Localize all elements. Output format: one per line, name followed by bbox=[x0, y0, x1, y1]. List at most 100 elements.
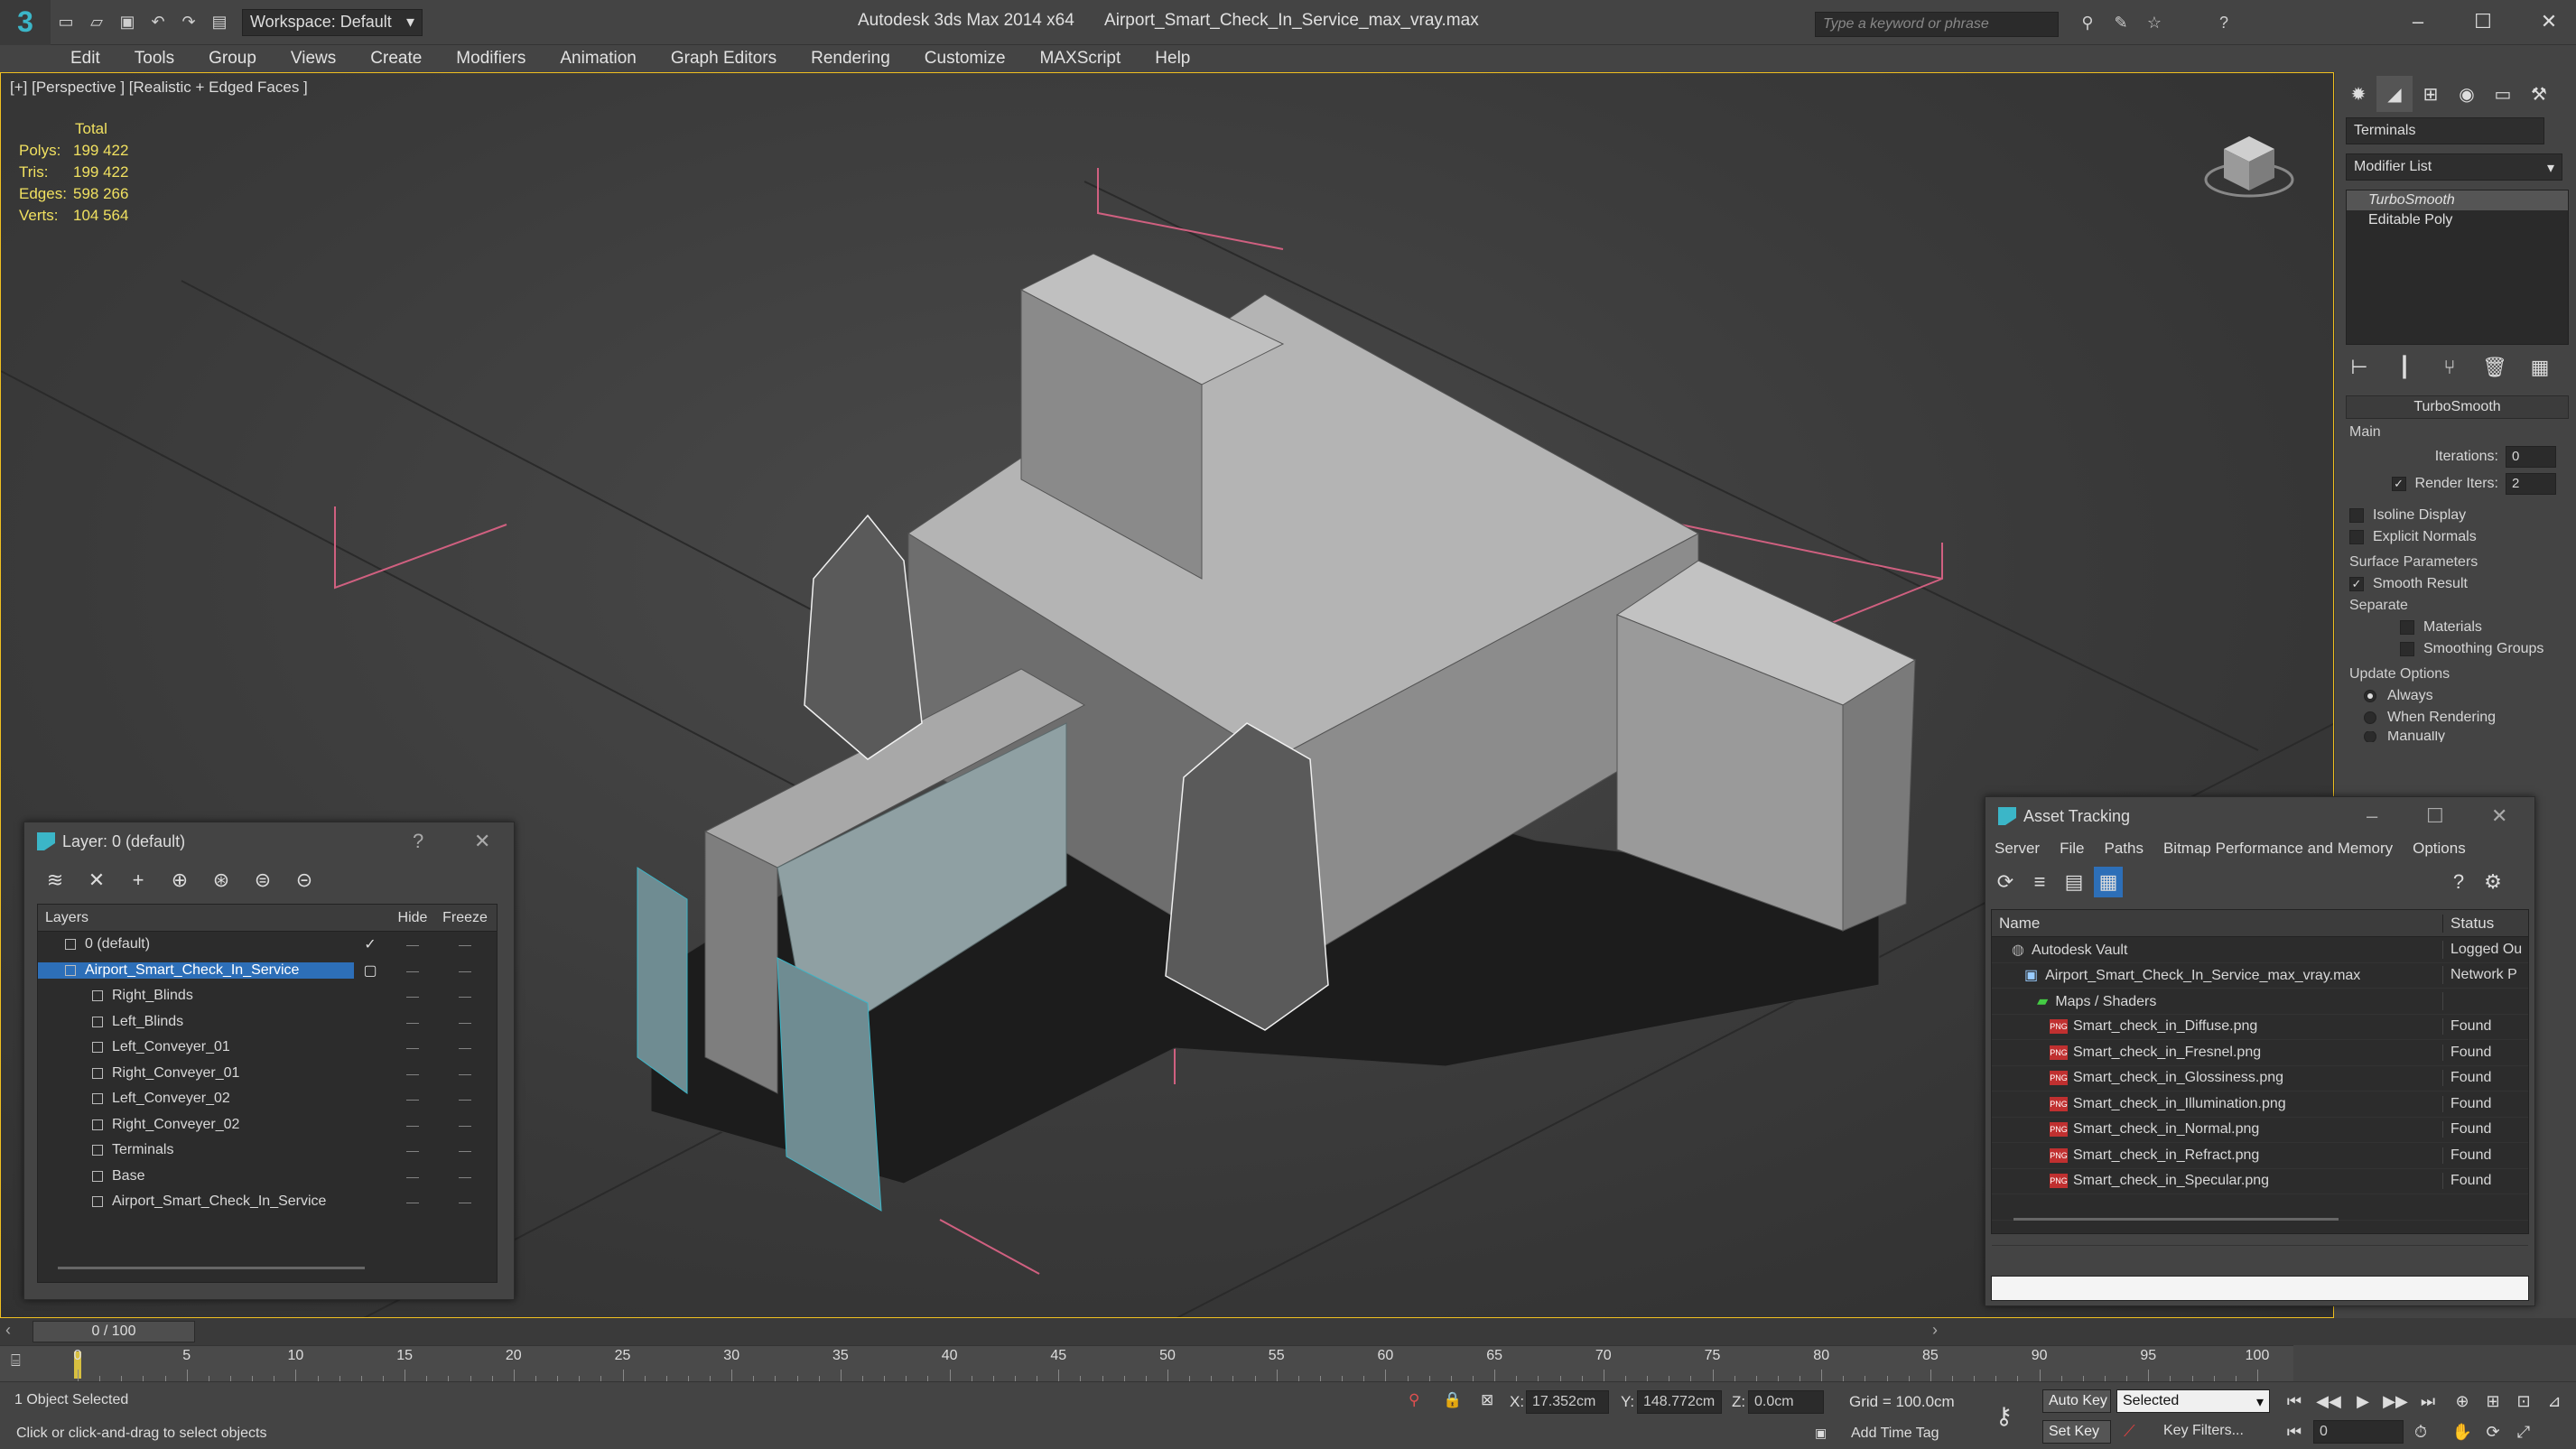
zoom-icon[interactable]: ⊕ bbox=[2447, 1388, 2478, 1415]
layer-row[interactable]: Left_Conveyer_02 — — bbox=[38, 1086, 497, 1112]
time-tag-icon[interactable]: ▣ bbox=[1815, 1426, 1827, 1441]
list-view-icon[interactable]: ≡ bbox=[2025, 867, 2054, 897]
modify-tab-icon[interactable]: ◢ bbox=[2376, 76, 2413, 112]
col-freeze[interactable]: Freeze bbox=[439, 910, 491, 926]
time-slider-thumb[interactable]: 0 / 100 bbox=[33, 1321, 195, 1342]
show-end-result-icon[interactable]: ┃ bbox=[2391, 352, 2418, 383]
layer-name-cell[interactable]: Airport_Smart_Check_In_Service bbox=[38, 1194, 354, 1210]
asset-row[interactable]: ▣ Airport_Smart_Check_In_Service_max_vray… bbox=[1992, 963, 2528, 989]
motion-tab-icon[interactable]: ◉ bbox=[2449, 76, 2485, 112]
freeze-toggle[interactable]: — bbox=[439, 1118, 491, 1132]
freeze-toggle[interactable]: — bbox=[439, 963, 491, 978]
modifier-stack[interactable]: TurboSmooth Editable Poly bbox=[2346, 190, 2569, 345]
pan-icon[interactable]: ✋ bbox=[2447, 1418, 2478, 1445]
layer-row[interactable]: Right_Blinds — — bbox=[38, 983, 497, 1009]
create-layer-icon[interactable]: ≋ bbox=[37, 865, 73, 896]
freeze-all-layers-icon[interactable]: ⊝ bbox=[286, 865, 322, 896]
object-name-field[interactable]: Terminals bbox=[2346, 117, 2544, 144]
asset-row[interactable]: PNG Smart_check_in_Refract.png Found bbox=[1992, 1143, 2528, 1169]
layer-row[interactable]: Airport_Smart_Check_In_Service — — bbox=[38, 1189, 497, 1215]
menu-edit[interactable]: Edit bbox=[70, 49, 100, 69]
x-coordinate-field[interactable]: 17.352cm bbox=[1526, 1390, 1609, 1414]
add-to-layer-icon[interactable]: + bbox=[120, 865, 156, 896]
always-radio[interactable] bbox=[2364, 690, 2376, 702]
layer-row[interactable]: Left_Blinds — — bbox=[38, 1009, 497, 1036]
field-of-view-icon[interactable]: ⊿ bbox=[2539, 1388, 2570, 1415]
help-icon[interactable]: ? bbox=[2211, 10, 2237, 35]
hide-toggle[interactable]: — bbox=[386, 989, 439, 1003]
render-iters-spinner[interactable]: 2 bbox=[2506, 473, 2556, 495]
freeze-toggle[interactable]: — bbox=[439, 1169, 491, 1184]
hide-toggle[interactable]: — bbox=[386, 1091, 439, 1106]
go-to-end-icon[interactable]: ⏭ bbox=[2413, 1388, 2443, 1415]
maximize-viewport-icon[interactable]: ⤢ bbox=[2508, 1418, 2539, 1445]
z-coordinate-field[interactable]: 0.0cm bbox=[1748, 1390, 1824, 1414]
add-time-tag[interactable]: Add Time Tag bbox=[1851, 1426, 1939, 1442]
app-logo[interactable]: 3 bbox=[0, 0, 51, 45]
track-bar[interactable]: ⌸ 0 5 10 15 20 25 30 35 40 45 50 55 60 65 70 75 80 85 90 95… bbox=[0, 1345, 2293, 1382]
hide-toggle[interactable]: — bbox=[386, 1169, 439, 1184]
transform-type-in-icon[interactable]: ⊠ bbox=[1481, 1391, 1493, 1409]
col-status[interactable]: Status bbox=[2443, 915, 2494, 933]
current-layer-toggle[interactable]: ▢ bbox=[354, 961, 386, 980]
asset-row[interactable]: PNG Smart_check_in_Specular.png Found bbox=[1992, 1169, 2528, 1194]
freeze-toggle[interactable]: — bbox=[439, 937, 491, 952]
explicit-normals-checkbox[interactable] bbox=[2349, 530, 2364, 544]
hide-toggle[interactable]: — bbox=[386, 963, 439, 978]
auto-key-button[interactable]: Auto Key bbox=[2042, 1389, 2111, 1413]
project-folder-icon[interactable]: ▤ bbox=[207, 10, 232, 35]
search-input[interactable]: Type a keyword or phrase bbox=[1815, 12, 2059, 37]
zoom-extents-icon[interactable]: ⊞ bbox=[2478, 1388, 2508, 1415]
asset-row[interactable]: PNG Smart_check_in_Illumination.png Found bbox=[1992, 1091, 2528, 1118]
smoothing-groups-checkbox[interactable] bbox=[2400, 642, 2414, 656]
workspace-dropdown[interactable]: Workspace: Default ▾ bbox=[242, 8, 423, 36]
menu-tools[interactable]: Tools bbox=[135, 49, 174, 69]
hide-toggle[interactable]: — bbox=[386, 1015, 439, 1029]
asset-path-field[interactable] bbox=[1991, 1276, 2529, 1301]
layer-name-cell[interactable]: Terminals bbox=[38, 1142, 354, 1158]
help-icon[interactable]: ? bbox=[2444, 867, 2473, 897]
layer-name-cell[interactable]: Left_Blinds bbox=[38, 1014, 354, 1030]
layer-row[interactable]: Right_Conveyer_01 — — bbox=[38, 1061, 497, 1087]
next-frame-icon[interactable]: ▶▶ bbox=[2380, 1388, 2411, 1415]
hide-all-layers-icon[interactable]: ⊜ bbox=[245, 865, 281, 896]
orbit-icon[interactable]: ⟳ bbox=[2478, 1418, 2508, 1445]
make-unique-icon[interactable]: ⑂ bbox=[2436, 352, 2463, 383]
set-keys-icon[interactable]: ⟋ bbox=[2124, 1422, 2135, 1441]
menu-graph-editors[interactable]: Graph Editors bbox=[671, 49, 777, 69]
minimize-icon[interactable]: – bbox=[2367, 804, 2377, 828]
refresh-icon[interactable]: ⟳ bbox=[1991, 867, 2020, 897]
display-tab-icon[interactable]: ▭ bbox=[2485, 76, 2521, 112]
close-icon[interactable]: ✕ bbox=[2491, 804, 2507, 828]
stack-item-turbosmooth[interactable]: TurboSmooth bbox=[2347, 190, 2568, 210]
hide-toggle[interactable]: — bbox=[386, 1118, 439, 1132]
new-file-icon[interactable]: ▭ bbox=[53, 10, 79, 35]
hide-toggle[interactable]: — bbox=[386, 1194, 439, 1209]
layer-name-cell[interactable]: Base bbox=[38, 1168, 354, 1184]
viewcube[interactable] bbox=[2204, 118, 2294, 209]
hide-toggle[interactable]: — bbox=[386, 1143, 439, 1157]
layer-row[interactable]: Right_Conveyer_02 — — bbox=[38, 1112, 497, 1138]
hide-toggle[interactable]: — bbox=[386, 1040, 439, 1054]
maximize-icon[interactable]: ☐ bbox=[2426, 804, 2444, 828]
key-mode-icon[interactable]: ⏮ bbox=[2279, 1418, 2310, 1445]
smooth-result-checkbox[interactable]: ✓ bbox=[2349, 577, 2364, 591]
layer-name-cell[interactable]: 0 (default) bbox=[38, 936, 354, 952]
layer-row[interactable]: Left_Conveyer_01 — — bbox=[38, 1035, 497, 1061]
layer-name-cell[interactable]: Right_Blinds bbox=[38, 988, 354, 1004]
time-slider[interactable]: ‹ › bbox=[0, 1318, 2576, 1345]
asset-row[interactable]: PNG Smart_check_in_Normal.png Found bbox=[1992, 1118, 2528, 1143]
prev-frame-icon[interactable]: ‹ bbox=[5, 1321, 11, 1340]
layer-name-cell[interactable]: Right_Conveyer_01 bbox=[38, 1065, 354, 1082]
hide-toggle[interactable]: — bbox=[386, 937, 439, 952]
isolate-selection-icon[interactable]: ⚲ bbox=[1409, 1391, 1419, 1409]
save-icon[interactable]: ▣ bbox=[115, 10, 140, 35]
freeze-toggle[interactable]: — bbox=[439, 989, 491, 1003]
col-hide[interactable]: Hide bbox=[386, 910, 439, 926]
maximize-icon[interactable]: ☐ bbox=[2458, 5, 2508, 38]
detail-view-icon[interactable]: ▤ bbox=[2060, 867, 2088, 897]
when-rendering-radio[interactable] bbox=[2364, 711, 2376, 724]
y-coordinate-field[interactable]: 148.772cm bbox=[1637, 1390, 1722, 1414]
hierarchy-tab-icon[interactable]: ⊞ bbox=[2413, 76, 2449, 112]
isoline-display-checkbox[interactable] bbox=[2349, 508, 2364, 523]
